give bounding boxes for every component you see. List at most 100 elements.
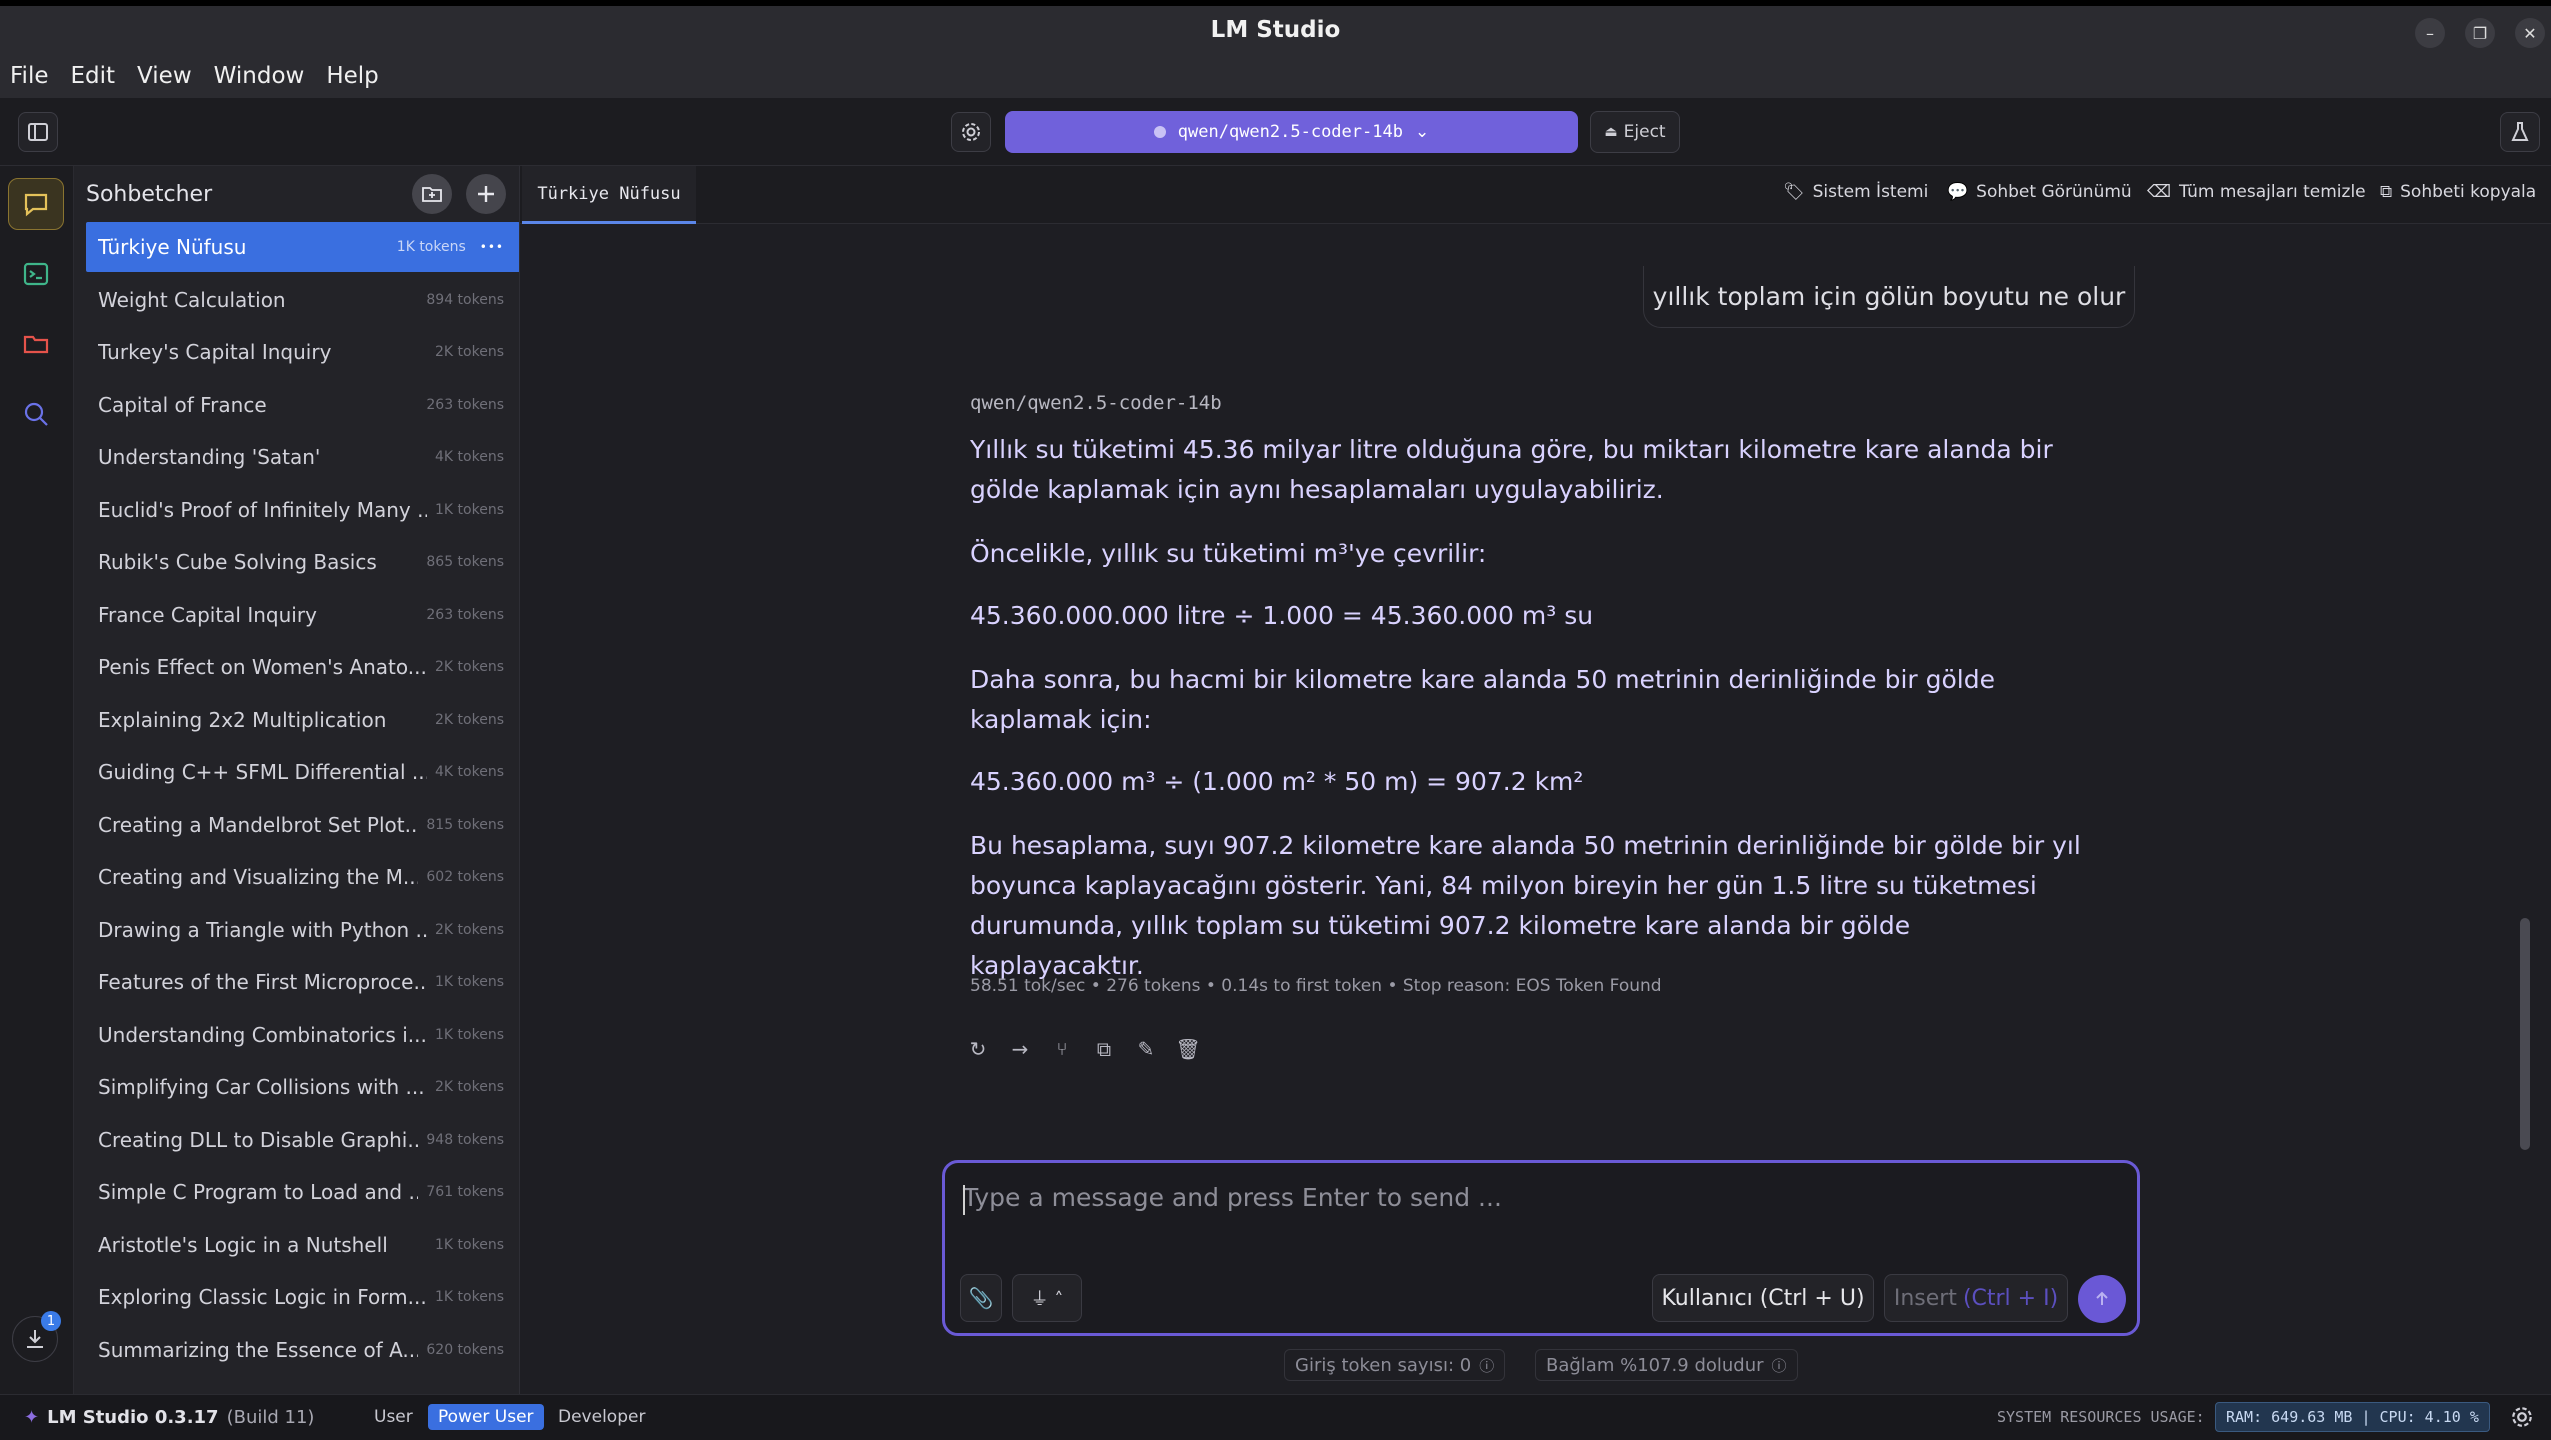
delete-message-button[interactable]: 🗑 bbox=[1175, 1037, 1200, 1061]
settings-button[interactable] bbox=[2510, 1405, 2534, 1429]
clear-messages-button[interactable]: ⌫ Tüm mesajları temizle bbox=[2147, 182, 2366, 202]
chat-token-count: 4K tokens bbox=[435, 449, 504, 465]
chat-title: Guiding C++ SFML Differential ... bbox=[98, 760, 428, 784]
maximize-button[interactable]: ❐ bbox=[2465, 18, 2495, 48]
chat-title: Creating DLL to Disable Graphi... bbox=[98, 1127, 419, 1152]
app-version: ✦ LM Studio 0.3.17 (Build 11) bbox=[24, 1407, 314, 1428]
chat-title: Creating a Mandelbrot Set Plot... bbox=[98, 812, 419, 837]
model-selector[interactable]: qwen/qwen2.5-coder-14b ⌄ bbox=[1005, 111, 1578, 153]
generation-stats: 58.51 tok/sec • 276 tokens • 0.14s to fi… bbox=[970, 976, 1662, 996]
mode-user[interactable]: User bbox=[364, 1404, 423, 1430]
chat-list-item[interactable]: Understanding 'Satan' 4K tokens bbox=[86, 432, 519, 482]
clear-messages-label: Tüm mesajları temizle bbox=[2179, 182, 2366, 202]
chat-token-count: 1K tokens bbox=[435, 1236, 504, 1253]
chat-title: Understanding 'Satan' bbox=[98, 445, 321, 469]
resources-label: SYSTEM RESOURCES USAGE: bbox=[1997, 1408, 2205, 1426]
nav-chat[interactable] bbox=[8, 178, 64, 230]
message-paragraph: Yıllık su tüketimi 45.36 milyar litre ol… bbox=[970, 435, 2053, 504]
message-actions: ↻ → ⑂ ⧉ ✎ 🗑 bbox=[966, 1037, 1201, 1061]
message-composer[interactable]: Type a message and press Enter to send .… bbox=[942, 1160, 2140, 1336]
menu-view[interactable]: View bbox=[137, 63, 192, 89]
chat-scrollbar[interactable] bbox=[2520, 918, 2530, 1150]
terminal-icon bbox=[23, 262, 49, 286]
chat-title: Exploring Classic Logic in Form... bbox=[98, 1285, 427, 1309]
branch-button[interactable]: ⑂ bbox=[1050, 1037, 1074, 1061]
chat-list-item[interactable]: Turkey's Capital Inquiry 2K tokens bbox=[86, 327, 519, 377]
tab-turkiye-nufusu[interactable]: Türkiye Nüfusu bbox=[522, 166, 696, 224]
insert-button[interactable]: Insert (Ctrl + I) bbox=[1884, 1274, 2068, 1322]
copy-message-button[interactable]: ⧉ bbox=[1092, 1037, 1116, 1061]
chat-view-button[interactable]: 💬 Sohbet Görünümü bbox=[1947, 182, 2132, 202]
more-options-icon[interactable]: ••• bbox=[480, 240, 504, 254]
assistant-message: qwen/qwen2.5-coder-14b Yıllık su tüketim… bbox=[970, 392, 2090, 986]
chat-list-item[interactable]: Exploring Classic Logic in Form... 1K tok… bbox=[86, 1272, 519, 1322]
role-toggle-button[interactable]: Kullanıcı (Ctrl + U) bbox=[1652, 1274, 1874, 1322]
chat-token-count: 620 tokens bbox=[426, 1341, 504, 1358]
sidebar-title: Sohbetcher bbox=[86, 181, 213, 207]
context-usage: Bağlam %107.9 doludur ⓘ bbox=[1535, 1349, 1798, 1381]
chat-list-item[interactable]: Penis Effect on Women's Anato... 2K token… bbox=[86, 642, 519, 692]
regenerate-button[interactable]: ↻ bbox=[966, 1037, 990, 1061]
model-settings-button[interactable] bbox=[951, 112, 991, 152]
menu-file[interactable]: File bbox=[10, 63, 49, 89]
chat-token-count: 1K tokens bbox=[435, 974, 504, 990]
chat-list-item[interactable]: Euclid's Proof of Infinitely Many ... 1K … bbox=[86, 485, 519, 535]
menu-help[interactable]: Help bbox=[326, 63, 378, 89]
continue-button[interactable]: → bbox=[1008, 1037, 1032, 1061]
menu-window[interactable]: Window bbox=[214, 63, 305, 89]
chat-token-count: 894 tokens bbox=[426, 291, 504, 308]
chat-list-item[interactable]: Drawing a Triangle with Python ... 2K tok… bbox=[86, 905, 519, 955]
eject-button[interactable]: ⏏ Eject bbox=[1590, 111, 1680, 153]
chat-list-item[interactable]: Summarizing the Essence of A... 620 token… bbox=[86, 1325, 519, 1375]
chat-list-item[interactable]: Creating DLL to Disable Graphi... 948 tok… bbox=[86, 1115, 519, 1165]
copy-chat-button[interactable]: ⧉ Sohbeti kopyala bbox=[2380, 182, 2536, 202]
plug-icon: ⏚ ˄ bbox=[1030, 1289, 1064, 1310]
downloads-button[interactable]: 1 bbox=[12, 1311, 61, 1362]
plugins-button[interactable]: ⏚ ˄ bbox=[1012, 1274, 1082, 1322]
chat-list-item[interactable]: Understanding Combinatorics i... 1K token… bbox=[86, 1010, 519, 1060]
new-folder-button[interactable] bbox=[412, 174, 452, 214]
chat-list-item[interactable]: Capital of France 263 tokens bbox=[86, 380, 519, 430]
tag-icon: 🏷 bbox=[1783, 182, 1805, 202]
send-button[interactable] bbox=[2078, 1275, 2126, 1323]
chat-list-item[interactable]: Creating and Visualizing the M... 602 tok… bbox=[86, 852, 519, 902]
arrow-up-icon bbox=[2096, 1291, 2108, 1305]
chat-list-item[interactable]: Rubik's Cube Solving Basics 865 tokens bbox=[86, 537, 519, 587]
chat-list-item[interactable]: Features of the First Microproce... 1K to… bbox=[86, 957, 519, 1007]
gear-icon bbox=[2512, 1407, 2532, 1427]
chat-list-item[interactable]: Simple C Program to Load and ... 761 toke… bbox=[86, 1167, 519, 1217]
chat-title: Drawing a Triangle with Python ... bbox=[98, 917, 428, 942]
chat-list-item[interactable]: Türkiye Nüfusu 1K tokens ••• bbox=[86, 222, 519, 272]
new-chat-button[interactable] bbox=[466, 174, 506, 214]
close-button[interactable]: ✕ bbox=[2515, 18, 2545, 48]
insert-shortcut: (Ctrl + I) bbox=[1962, 1285, 2059, 1311]
text-caret bbox=[963, 1185, 965, 1215]
message-input[interactable]: Type a message and press Enter to send .… bbox=[963, 1183, 1502, 1212]
chat-list-item[interactable]: France Capital Inquiry 263 tokens bbox=[86, 590, 519, 640]
chat-token-count: 815 tokens bbox=[426, 816, 504, 833]
chat-bubble-icon: 💬 bbox=[1947, 182, 1969, 202]
nav-developer[interactable] bbox=[8, 248, 64, 300]
mode-developer[interactable]: Developer bbox=[548, 1404, 655, 1430]
chat-token-count: 2K tokens bbox=[435, 1079, 504, 1095]
system-prompt-button[interactable]: 🏷 Sistem İstemi bbox=[1783, 182, 1928, 202]
labs-button[interactable] bbox=[2500, 112, 2540, 152]
menu-edit[interactable]: Edit bbox=[71, 63, 116, 89]
edit-message-button[interactable]: ✎ bbox=[1134, 1037, 1158, 1061]
mode-power-user[interactable]: Power User bbox=[428, 1404, 544, 1430]
chat-list-item[interactable]: Simplifying Car Collisions with ... 2K to… bbox=[86, 1062, 519, 1112]
chat-list-item[interactable]: Weight Calculation 894 tokens bbox=[86, 275, 519, 325]
minimize-button[interactable]: – bbox=[2415, 18, 2445, 48]
chat-list-item[interactable]: Guiding C++ SFML Differential ... 4K toke… bbox=[86, 747, 519, 797]
attach-button[interactable]: 📎 bbox=[960, 1274, 1002, 1322]
chat-token-count: 4K tokens bbox=[435, 764, 504, 780]
clear-icon: ⌫ bbox=[2147, 182, 2172, 202]
nav-my-models[interactable] bbox=[8, 318, 64, 370]
toggle-sidebar-button[interactable] bbox=[18, 112, 58, 152]
chat-list-item[interactable]: Aristotle's Logic in a Nutshell 1K tokens bbox=[86, 1220, 519, 1270]
sidebar-header: Sohbetcher bbox=[74, 166, 519, 222]
chat-token-count: 2K tokens bbox=[435, 659, 504, 675]
chat-list-item[interactable]: Explaining 2x2 Multiplication 2K tokens bbox=[86, 695, 519, 745]
nav-discover[interactable] bbox=[8, 388, 64, 440]
chat-list-item[interactable]: Creating a Mandelbrot Set Plot... 815 tok… bbox=[86, 800, 519, 850]
